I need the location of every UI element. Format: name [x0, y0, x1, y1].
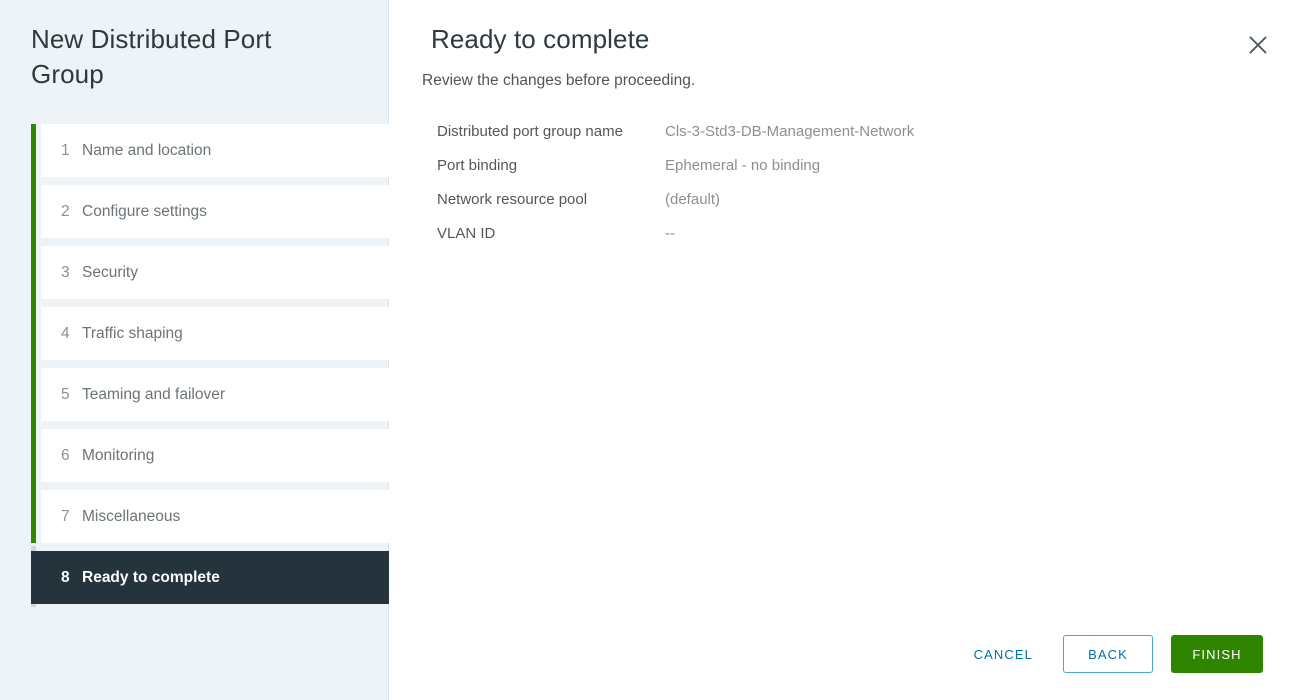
wizard-step-list: 1 Name and location 2 Configure settings…	[31, 124, 389, 612]
sidebar-step-ready-to-complete[interactable]: 8 Ready to complete	[31, 551, 389, 604]
summary-label-vlan-id: VLAN ID	[437, 225, 496, 242]
sidebar-step-monitoring[interactable]: 6 Monitoring	[41, 429, 389, 482]
close-icon[interactable]	[1243, 30, 1273, 60]
step-label: Teaming and failover	[82, 385, 226, 403]
step-number: 6	[61, 446, 70, 464]
page-title: Ready to complete	[431, 24, 650, 54]
step-label: Traffic shaping	[82, 324, 183, 342]
summary-label-network-resource-pool: Network resource pool	[437, 191, 588, 208]
step-number: 3	[61, 263, 70, 281]
summary-row: VLAN ID --	[437, 223, 1257, 244]
step-label: Miscellaneous	[82, 507, 181, 525]
summary-row: Port binding Ephemeral - no binding	[437, 155, 1257, 176]
summary-row: Network resource pool (default)	[437, 189, 1257, 210]
sidebar-step-teaming-and-failover[interactable]: 5 Teaming and failover	[41, 368, 389, 421]
new-distributed-port-group-wizard: New Distributed Port Group 1 Name and lo…	[0, 0, 1297, 700]
summary-value-vlan-id: --	[665, 225, 675, 242]
sidebar-step-traffic-shaping[interactable]: 4 Traffic shaping	[41, 307, 389, 360]
cancel-button[interactable]: CANCEL	[958, 635, 1049, 673]
sidebar-step-name-and-location[interactable]: 1 Name and location	[41, 124, 389, 177]
step-label: Name and location	[82, 141, 212, 159]
step-label: Monitoring	[82, 446, 155, 464]
page-subtitle: Review the changes before proceeding.	[422, 72, 696, 89]
back-button[interactable]: BACK	[1063, 635, 1153, 673]
step-number: 1	[61, 141, 70, 159]
summary-value-port-group-name: Cls-3-Std3-DB-Management-Network	[665, 123, 915, 140]
wizard-title: New Distributed Port Group	[31, 24, 272, 89]
step-number: 4	[61, 324, 70, 342]
step-number: 8	[61, 568, 70, 586]
summary-label-port-binding: Port binding	[437, 157, 518, 174]
step-progress-track-completed	[31, 124, 36, 543]
step-number: 7	[61, 507, 70, 525]
summary-row: Distributed port group name Cls-3-Std3-D…	[437, 121, 1257, 142]
summary-table: Distributed port group name Cls-3-Std3-D…	[437, 121, 1257, 257]
step-number: 2	[61, 202, 70, 220]
sidebar-step-miscellaneous[interactable]: 7 Miscellaneous	[41, 490, 389, 543]
wizard-content-panel: Ready to complete Review the changes bef…	[389, 0, 1297, 700]
wizard-sidebar: New Distributed Port Group 1 Name and lo…	[0, 0, 389, 700]
finish-button[interactable]: FINISH	[1171, 635, 1263, 673]
summary-value-port-binding: Ephemeral - no binding	[665, 157, 821, 174]
sidebar-step-security[interactable]: 3 Security	[41, 246, 389, 299]
summary-value-network-resource-pool: (default)	[665, 191, 721, 208]
summary-label-port-group-name: Distributed port group name	[437, 123, 623, 140]
wizard-steps: 1 Name and location 2 Configure settings…	[31, 124, 389, 604]
sidebar-step-configure-settings[interactable]: 2 Configure settings	[41, 185, 389, 238]
wizard-footer: CANCEL BACK FINISH	[958, 635, 1263, 673]
step-label: Configure settings	[82, 202, 207, 220]
step-number: 5	[61, 385, 70, 403]
step-label: Ready to complete	[82, 568, 220, 586]
close-icon-glyph	[1249, 36, 1267, 54]
step-label: Security	[82, 263, 138, 281]
